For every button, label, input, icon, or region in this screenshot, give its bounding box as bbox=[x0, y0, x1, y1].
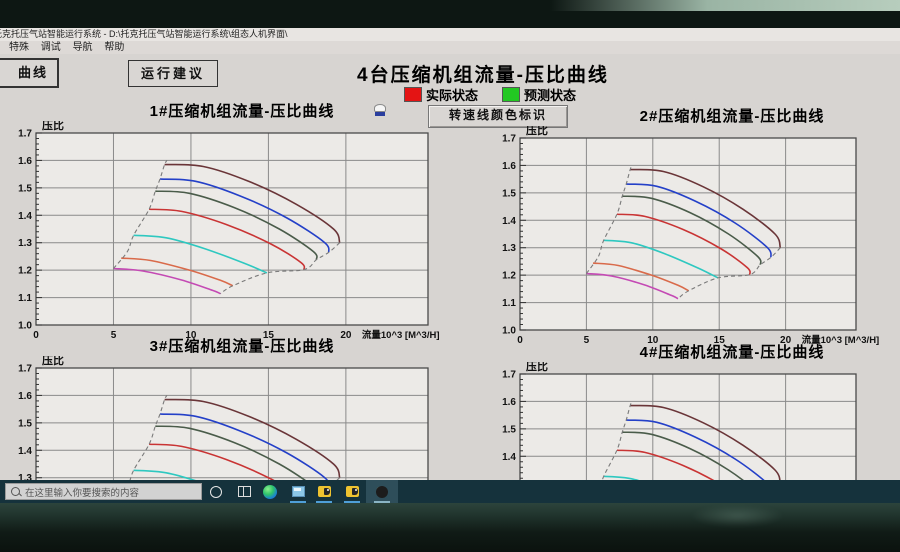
svg-text:压比: 压比 bbox=[526, 126, 548, 137]
menu-item[interactable]: 帮助 bbox=[104, 41, 124, 54]
folder-icon[interactable] bbox=[312, 480, 336, 503]
legend-predicted: 预测状态 bbox=[502, 85, 576, 104]
actual-status-swatch bbox=[404, 87, 422, 102]
chart-panel-4: 4#压缩机组流量-压比曲线 1.01.11.21.31.41.51.61.705… bbox=[488, 344, 900, 480]
svg-text:压比: 压比 bbox=[526, 362, 548, 373]
window-titlebar: 托克托压气站智能运行系统 - D:\托克托压气站智能运行系统\组态人机界面\ bbox=[0, 28, 900, 41]
search-icon bbox=[11, 487, 20, 496]
svg-text:1.6: 1.6 bbox=[502, 397, 516, 408]
svg-text:1.7: 1.7 bbox=[502, 370, 516, 381]
svg-text:1.3: 1.3 bbox=[502, 243, 516, 254]
taskview-icon[interactable] bbox=[232, 480, 256, 503]
curve-button[interactable]: 曲线 bbox=[0, 58, 59, 88]
app-window-icon[interactable] bbox=[286, 480, 310, 503]
chart-panel-1: 1#压缩机组流量-压比曲线 1.01.11.21.31.41.51.61.705… bbox=[6, 103, 478, 351]
svg-text:1.3: 1.3 bbox=[18, 238, 32, 249]
svg-text:1.7: 1.7 bbox=[502, 134, 516, 145]
svg-text:1.5: 1.5 bbox=[18, 418, 32, 429]
svg-text:1.6: 1.6 bbox=[18, 156, 32, 167]
svg-text:1.2: 1.2 bbox=[18, 266, 32, 277]
chart1-title: 1#压缩机组流量-压比曲线 bbox=[6, 103, 478, 121]
svg-text:1.5: 1.5 bbox=[502, 424, 516, 435]
search-placeholder: 在这里输入你要搜索的内容 bbox=[25, 485, 139, 499]
chart4-plot: 1.01.11.21.31.41.51.61.705101520流量10^3 [… bbox=[488, 362, 900, 480]
chart-panel-2: 2#压缩机组流量-压比曲线 1.01.11.21.31.41.51.61.705… bbox=[488, 108, 900, 356]
chart3-plot: 1.01.11.21.31.41.51.61.705101520流量10^3 [… bbox=[6, 356, 478, 480]
predicted-status-swatch bbox=[502, 87, 520, 102]
svg-text:1.6: 1.6 bbox=[502, 161, 516, 172]
active-app-icon[interactable] bbox=[366, 480, 398, 503]
svg-text:1.0: 1.0 bbox=[18, 321, 32, 332]
reflection-strip bbox=[550, 0, 900, 11]
svg-text:1.4: 1.4 bbox=[18, 446, 32, 457]
chart2-title: 2#压缩机组流量-压比曲线 bbox=[488, 108, 900, 126]
bezel-reflection bbox=[690, 505, 785, 527]
svg-text:1.7: 1.7 bbox=[18, 364, 32, 375]
run-advice-button[interactable]: 运行建议 bbox=[128, 60, 218, 87]
svg-text:1.7: 1.7 bbox=[18, 129, 32, 140]
svg-text:1.5: 1.5 bbox=[502, 188, 516, 199]
taskbar-search[interactable]: 在这里输入你要搜索的内容 bbox=[5, 483, 202, 500]
svg-text:1.6: 1.6 bbox=[18, 391, 32, 402]
menu-item[interactable]: 导航 bbox=[73, 41, 93, 54]
status-legend: 实际状态 预测状态 bbox=[404, 85, 590, 104]
svg-text:1.4: 1.4 bbox=[18, 211, 32, 222]
window-title: 托克托压气站智能运行系统 - D:\托克托压气站智能运行系统\组态人机界面\ bbox=[0, 28, 288, 41]
menu-item[interactable]: 特殊 bbox=[9, 41, 29, 54]
chart4-title: 4#压缩机组流量-压比曲线 bbox=[488, 344, 900, 362]
svg-text:1.5: 1.5 bbox=[18, 183, 32, 194]
chart3-title: 3#压缩机组流量-压比曲线 bbox=[6, 338, 478, 356]
chart-panel-3: 3#压缩机组流量-压比曲线 1.01.11.21.31.41.51.61.705… bbox=[6, 338, 478, 480]
svg-text:1.1: 1.1 bbox=[18, 293, 32, 304]
chart1-plot: 1.01.11.21.31.41.51.61.705101520流量10^3 [… bbox=[6, 121, 478, 351]
menu-item[interactable]: 调试 bbox=[41, 41, 61, 54]
svg-text:1.4: 1.4 bbox=[502, 216, 516, 227]
cortana-icon[interactable] bbox=[204, 480, 228, 503]
svg-text:压比: 压比 bbox=[42, 121, 64, 132]
page-title: 4台压缩机组流量-压比曲线 bbox=[357, 60, 609, 87]
chart2-plot: 1.01.11.21.31.41.51.61.705101520流量10^3 [… bbox=[488, 126, 900, 356]
svg-text:1.3: 1.3 bbox=[18, 473, 32, 480]
legend-actual-label: 实际状态 bbox=[426, 85, 478, 104]
svg-text:1.1: 1.1 bbox=[502, 298, 516, 309]
windows-taskbar: 在这里输入你要搜索的内容 bbox=[0, 480, 900, 503]
svg-text:1.2: 1.2 bbox=[502, 271, 516, 282]
main-content: 曲线 运行建议 4台压缩机组流量-压比曲线 实际状态 预测状态 转速线颜色标识 … bbox=[0, 54, 900, 480]
svg-text:1.4: 1.4 bbox=[502, 452, 516, 463]
menu-bar: 特殊 调试 导航 帮助 bbox=[0, 41, 900, 54]
legend-predicted-label: 预测状态 bbox=[524, 85, 576, 104]
photo-top-band bbox=[0, 0, 900, 28]
svg-text:1.0: 1.0 bbox=[502, 326, 516, 337]
legend-actual: 实际状态 bbox=[404, 85, 478, 104]
edge-icon[interactable] bbox=[258, 480, 282, 503]
svg-text:压比: 压比 bbox=[42, 356, 64, 367]
folder-icon[interactable] bbox=[340, 480, 364, 503]
